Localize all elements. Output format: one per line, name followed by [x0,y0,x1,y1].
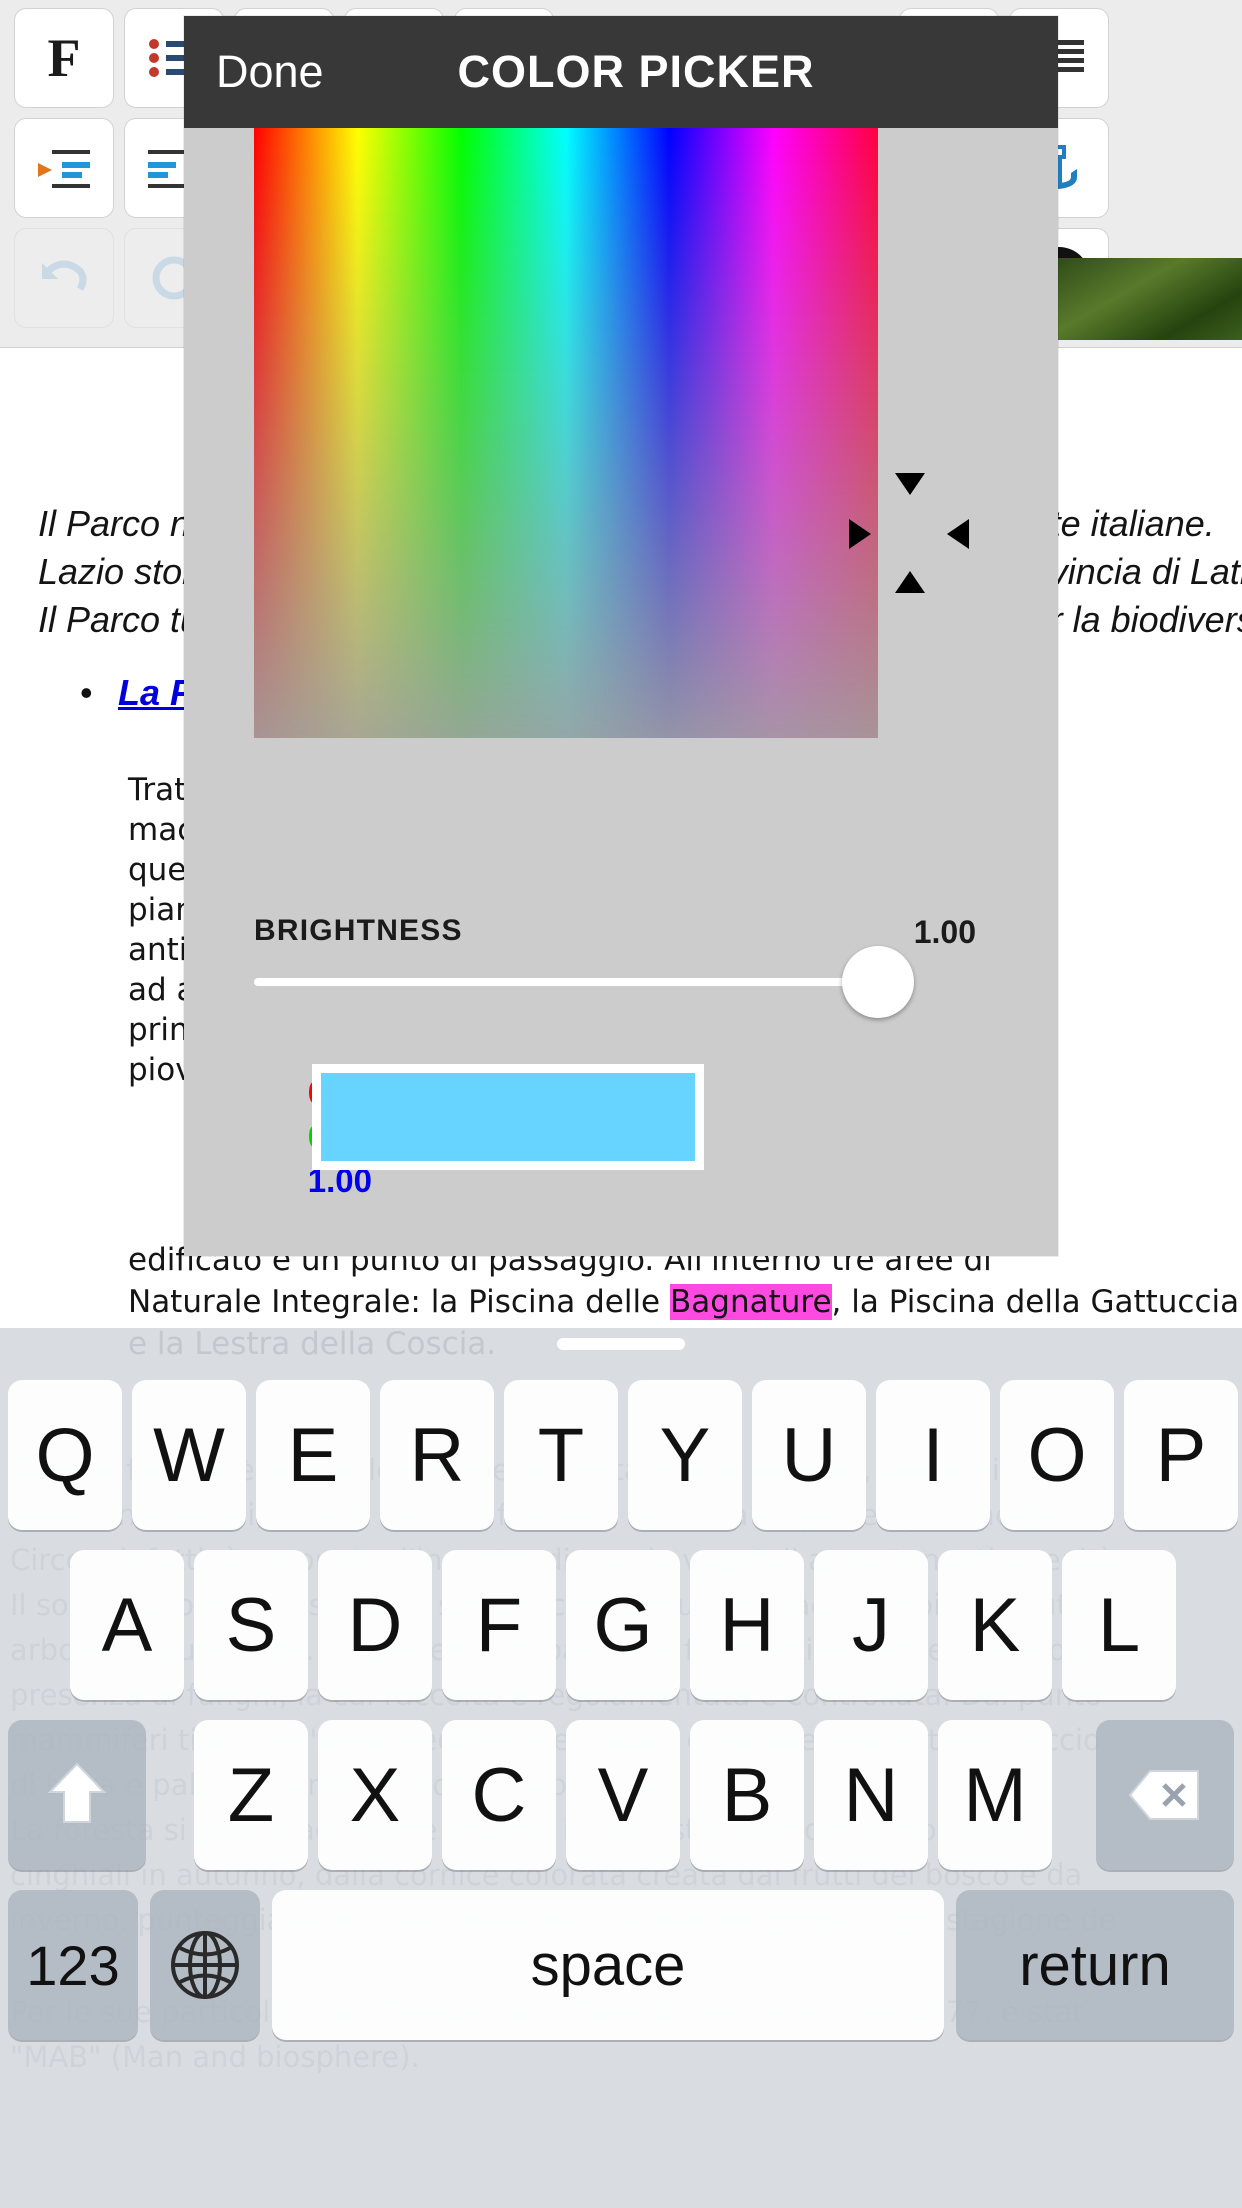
brightness-slider-track[interactable] [254,978,878,986]
crosshair-top-arrow-icon [895,473,925,495]
color-swatch-frame [312,1064,704,1170]
key-r[interactable]: R [380,1380,494,1530]
bullet-dot-icon: • [80,672,93,713]
numbers-key[interactable]: 123 [8,1890,138,2040]
globe-icon [171,1931,239,1999]
key-t[interactable]: T [504,1380,618,1530]
outdent-icon [38,150,90,188]
crosshair-left-arrow-icon [849,519,871,549]
key-b[interactable]: B [690,1720,804,1870]
key-x[interactable]: X [318,1720,432,1870]
keyboard-row-1: QWERTYUIOP [0,1380,1242,1530]
space-key[interactable]: space [272,1890,944,2040]
key-o[interactable]: O [1000,1380,1114,1530]
key-s[interactable]: S [194,1550,308,1700]
brightness-slider-knob[interactable] [842,946,914,1018]
return-key[interactable]: return [956,1890,1234,2040]
key-n[interactable]: N [814,1720,928,1870]
key-c[interactable]: C [442,1720,556,1870]
keyboard-drag-bar[interactable] [0,1328,1242,1366]
keyboard-row-3: ZXCVBNM [0,1720,1242,1870]
key-q[interactable]: Q [8,1380,122,1530]
color-swatch-preview [321,1073,695,1161]
color-picker-modal: Done COLOR PICKER BRIGHTNESS 1.00 0.40 0… [184,16,1058,1256]
screen: F 1 2 3 [0,0,1242,2208]
undo-icon [42,260,87,291]
globe-key[interactable] [150,1890,260,2040]
brightness-label: BRIGHTNESS [254,914,463,947]
bagnature-highlight: Bagnature [670,1284,832,1320]
brightness-value: 1.00 [913,914,976,950]
key-p[interactable]: P [1124,1380,1238,1530]
undo-button[interactable] [14,228,114,328]
backspace-key[interactable] [1096,1720,1234,1870]
hand-line-10: Naturale Integrale: la Piscina delle Bag… [128,1282,1242,1322]
key-u[interactable]: U [752,1380,866,1530]
crosshair-bottom-arrow-icon [895,571,925,593]
key-e[interactable]: E [256,1380,370,1530]
key-m[interactable]: M [938,1720,1052,1870]
hand-line-10-b: , la Piscina della Gattuccia [831,1284,1240,1320]
outdent-button[interactable] [14,118,114,218]
document-photo [1052,258,1242,340]
keyboard-row-2: ASDFGHJKL [0,1550,1242,1700]
key-d[interactable]: D [318,1550,432,1700]
key-y[interactable]: Y [628,1380,742,1530]
color-picker-title: COLOR PICKER [457,46,815,97]
hand-line-10-a: Naturale Integrale: la Piscina delle [128,1284,670,1320]
color-picker-header: Done COLOR PICKER [184,16,1058,128]
crosshair-right-arrow-icon [947,519,969,549]
key-k[interactable]: K [938,1550,1052,1700]
key-z[interactable]: Z [194,1720,308,1870]
shift-up-arrow-icon [47,1762,107,1823]
key-h[interactable]: H [690,1550,804,1700]
font-button[interactable]: F [14,8,114,108]
keyboard-row-4: 123 space return [0,1890,1242,2040]
on-screen-keyboard: QWERTYUIOP ASDFGHJKL ZXCVBNM 123 space r… [0,1328,1242,2208]
key-v[interactable]: V [566,1720,680,1870]
key-l[interactable]: L [1062,1550,1176,1700]
color-gradient-area[interactable] [254,128,969,738]
shift-key[interactable] [8,1720,146,1870]
key-i[interactable]: I [876,1380,990,1530]
key-f[interactable]: F [442,1550,556,1700]
key-g[interactable]: G [566,1550,680,1700]
backspace-icon [1128,1770,1199,1820]
keyboard-handle-icon [557,1338,685,1350]
key-a[interactable]: A [70,1550,184,1700]
font-bold-F-icon: F [47,28,81,88]
saturation-gradient-layer [254,128,878,738]
key-j[interactable]: J [814,1550,928,1700]
key-w[interactable]: W [132,1380,246,1530]
